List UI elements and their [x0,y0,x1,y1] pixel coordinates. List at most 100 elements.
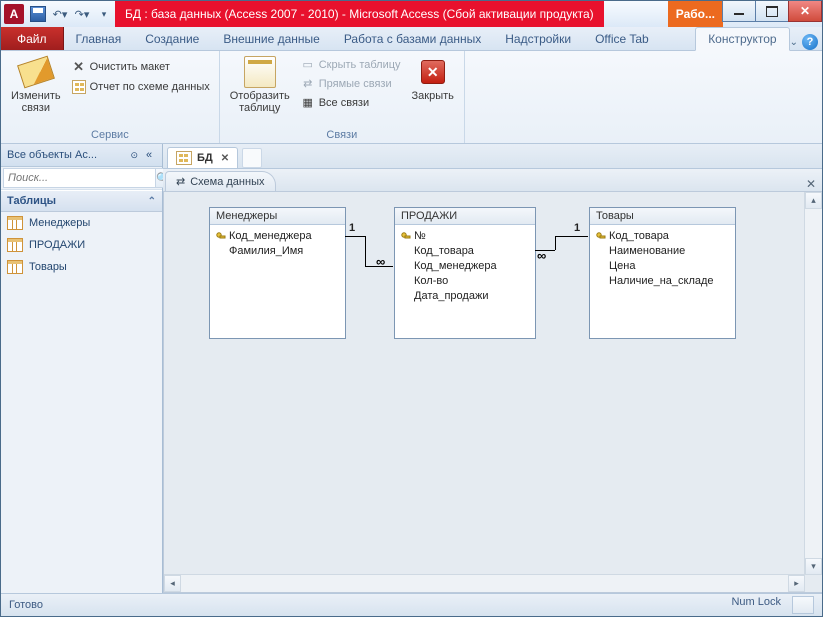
help-icon: ? [807,36,814,48]
tab-close-icon[interactable]: ✕ [221,153,229,164]
undo-button[interactable]: ↶▾ [49,3,71,25]
field-row[interactable]: Код_менеджера [216,229,339,244]
qat-customize[interactable]: ▾ [93,3,115,25]
close-icon: ✕ [800,4,810,18]
all-links-icon: ▦ [301,96,315,110]
tab-home[interactable]: Главная [64,28,134,50]
direct-links-label: Прямые связи [319,77,392,91]
scroll-up-button[interactable]: ▴ [805,192,822,209]
report-icon [72,80,86,94]
show-table-icon [244,56,276,88]
vertical-scrollbar[interactable]: ▴ ▾ [804,192,822,575]
save-button[interactable] [27,3,49,25]
ribbon: Изменить связи ✕ Очистить макет Отчет по… [1,51,822,144]
direct-links-icon: ⇄ [301,77,315,91]
view-buttons [793,596,814,614]
all-links-label: Все связи [319,96,369,110]
nav-header[interactable]: Все объекты Ac... ⊙ « [1,144,162,167]
nav-search-row: 🔍 [1,167,162,190]
relationship-report-button[interactable]: Отчет по схеме данных [69,78,213,96]
maximize-icon [766,6,778,17]
nav-search-input[interactable] [3,168,156,188]
show-table-button[interactable]: Отобразить таблицу [226,54,294,116]
table-managers[interactable]: Менеджеры Код_менеджера Фамилия_Имя [209,207,346,339]
tab-create[interactable]: Создание [133,28,211,50]
field-label: Код_товара [414,244,474,259]
close-button[interactable]: ✕ Закрыть [408,54,458,104]
cardinality-infinity: ∞ [537,248,546,263]
field-row[interactable]: Наименование [596,244,729,259]
access-app-icon[interactable]: A [4,4,24,24]
cardinality-one: 1 [349,222,355,234]
horizontal-scrollbar[interactable]: ◂ ▸ [164,574,805,592]
field-label: № [414,229,426,244]
new-document-button[interactable] [242,148,262,168]
field-label: Дата_продажи [414,289,488,304]
field-row[interactable]: Код_товара [596,229,729,244]
table-icon [7,238,23,252]
table-goods[interactable]: Товары Код_товара Наименование Цена Нали… [589,207,736,339]
document-tabs: БД ✕ [163,144,822,169]
field-row[interactable]: Наличие_на_складе [596,274,729,289]
edit-relationships-icon [20,56,52,88]
field-row[interactable]: Код_товара [401,244,529,259]
relationship-canvas[interactable]: Менеджеры Код_менеджера Фамилия_Имя ПРОД… [163,192,822,593]
db-icon [176,151,192,165]
subtab-close-button[interactable]: ✕ [800,177,822,191]
field-row[interactable]: Цена [596,259,729,274]
nav-item-managers[interactable]: Менеджеры [1,212,162,234]
field-row[interactable]: Кол-во [401,274,529,289]
scroll-down-button[interactable]: ▾ [805,558,822,575]
tab-external-data[interactable]: Внешние данные [211,28,332,50]
field-row[interactable]: Фамилия_Имя [216,244,339,259]
table-icon [7,260,23,274]
table-sales[interactable]: ПРОДАЖИ № Код_товара Код_менеджера Кол-в… [394,207,536,339]
quick-access-toolbar: ↶▾ ↷▾ ▾ [27,3,115,25]
tab-database-tools[interactable]: Работа с базами данных [332,28,493,50]
document-tab-bd[interactable]: БД ✕ [167,147,238,168]
scroll-left-button[interactable]: ◂ [164,575,181,592]
nav-item-label: Менеджеры [29,217,90,229]
tab-constructor[interactable]: Конструктор [695,27,789,51]
minimize-button[interactable] [722,1,756,22]
nav-collapse-button[interactable]: « [142,149,156,161]
tab-office-tab[interactable]: Office Tab [583,28,661,50]
field-row[interactable]: Дата_продажи [401,289,529,304]
nav-item-goods[interactable]: Товары [1,256,162,278]
nav-category-tables[interactable]: Таблицы ⌃ [1,190,162,212]
subtab-schema[interactable]: ⇄ Схема данных [165,171,276,191]
relationship-line[interactable] [555,236,588,237]
window-controls: ✕ [723,1,822,27]
key-icon [216,232,226,242]
navigation-pane: Все объекты Ac... ⊙ « 🔍 Таблицы ⌃ Менедж… [1,144,163,593]
nav-dropdown-icon: ⊙ [130,150,138,161]
scroll-right-button[interactable]: ▸ [788,575,805,592]
field-label: Цена [609,259,635,274]
maximize-button[interactable] [755,1,789,22]
key-icon [596,232,606,242]
table-icon [7,216,23,230]
redo-button[interactable]: ↷▾ [71,3,93,25]
field-row[interactable]: № [401,229,529,244]
cardinality-infinity: ∞ [376,254,385,269]
tab-addins[interactable]: Надстройки [493,28,583,50]
clear-layout-button[interactable]: ✕ Очистить макет [69,58,213,76]
help-button[interactable]: ? [802,34,818,50]
all-links-button[interactable]: ▦ Все связи [298,94,404,112]
relationship-line[interactable] [555,236,556,250]
file-tab[interactable]: Файл [1,27,64,50]
sub-tabs: ⇄ Схема данных ✕ [163,169,822,192]
relationship-line[interactable] [365,236,366,266]
ribbon-collapse-button[interactable]: ⌄ [790,37,798,48]
save-icon [30,6,46,22]
group-service-label: Сервис [7,128,213,143]
field-row[interactable]: Код_менеджера [401,259,529,274]
minimize-icon [734,13,744,15]
edit-relationships-button[interactable]: Изменить связи [7,54,65,116]
nav-item-sales[interactable]: ПРОДАЖИ [1,234,162,256]
show-table-label: Отобразить таблицу [230,90,290,114]
close-window-button[interactable]: ✕ [788,1,822,22]
relationship-line[interactable] [345,236,365,237]
view-button[interactable] [792,596,814,614]
clear-layout-icon: ✕ [72,60,86,74]
